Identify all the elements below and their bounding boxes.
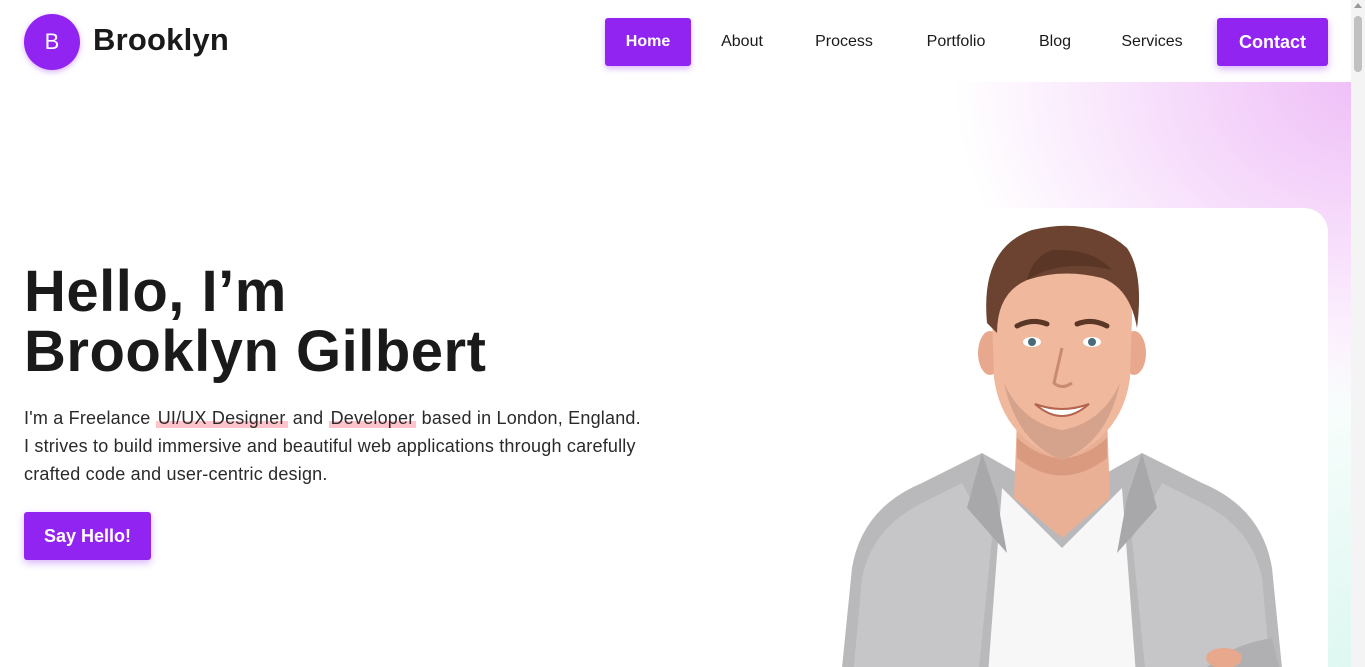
- logo-initial: B: [44, 29, 60, 54]
- page: B Brooklyn Home About Process Portfolio …: [0, 0, 1351, 667]
- logo-text[interactable]: Brooklyn: [93, 22, 229, 58]
- hero-desc-part1: I'm a Freelance: [24, 408, 156, 428]
- nav-item-about[interactable]: About: [706, 18, 778, 66]
- hero-title-line1: Hello, I’m: [24, 259, 287, 324]
- highlight-uiux-designer: UI/UX Designer: [155, 408, 288, 428]
- logo-badge[interactable]: B: [24, 14, 80, 70]
- nav-item-process[interactable]: Process: [804, 18, 884, 66]
- vertical-scrollbar[interactable]: [1351, 0, 1365, 667]
- say-hello-button[interactable]: Say Hello!: [24, 512, 151, 560]
- hero-description: I'm a Freelance UI/UX Designer and Devel…: [24, 404, 644, 488]
- nav-item-portfolio[interactable]: Portfolio: [914, 18, 998, 66]
- nav-item-services[interactable]: Services: [1110, 18, 1194, 66]
- profile-photo-card: [792, 208, 1328, 667]
- scroll-up-arrow-icon[interactable]: [1354, 3, 1362, 8]
- scrollbar-thumb[interactable]: [1354, 16, 1362, 72]
- hero-title-line2: Brooklyn Gilbert: [24, 319, 487, 384]
- hero-desc-part2: and: [287, 408, 329, 428]
- highlight-developer: Developer: [328, 408, 417, 428]
- profile-photo: [842, 225, 1282, 667]
- hero-title: Hello, I’m Brooklyn Gilbert: [24, 262, 724, 382]
- site-header: B Brooklyn Home About Process Portfolio …: [0, 2, 1351, 82]
- nav-item-home[interactable]: Home: [605, 18, 691, 66]
- nav-item-blog[interactable]: Blog: [1030, 18, 1080, 66]
- contact-button[interactable]: Contact: [1217, 18, 1328, 66]
